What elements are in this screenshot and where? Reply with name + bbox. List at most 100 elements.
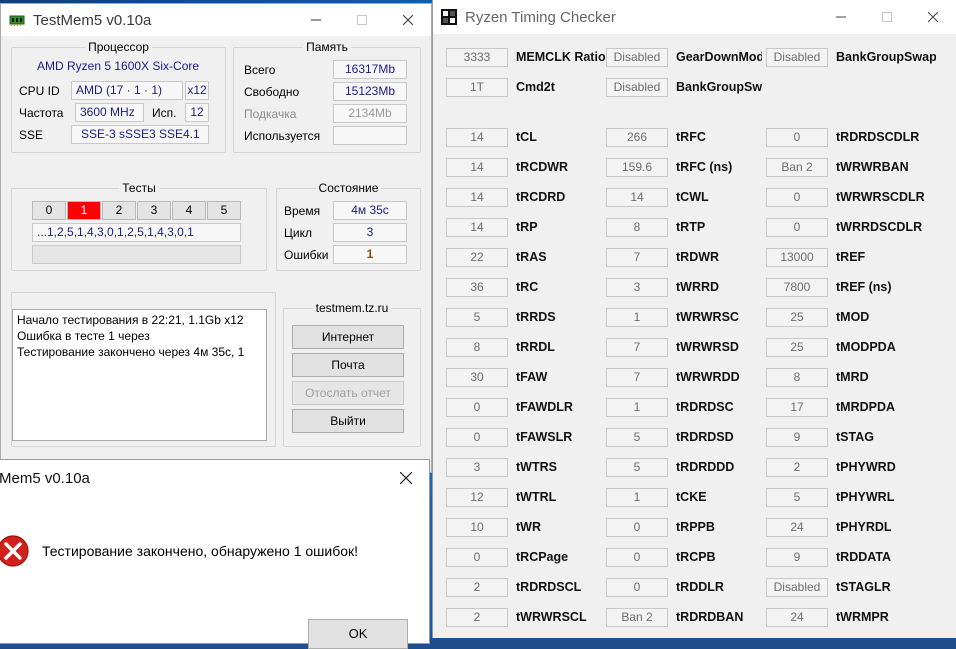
send-report-button[interactable]: Отослать отчет xyxy=(292,381,404,405)
progress-bar xyxy=(32,245,241,264)
timing-value-trcdrd: 14 xyxy=(446,188,508,207)
timing-label-trc: tRC xyxy=(516,280,539,294)
timing-label-twrwrban: tWRWRBAN xyxy=(836,160,909,174)
timing-label-trcpb: tRCPB xyxy=(676,550,716,564)
rtc-minimize-button[interactable] xyxy=(818,1,864,33)
testmem-titlebar[interactable]: TestMem5 v0.10a xyxy=(1,4,431,36)
timing-value-trddata: 9 xyxy=(766,548,828,567)
rtc-maximize-button[interactable] xyxy=(864,1,910,33)
timing-label-tphyrdl: tPHYRDL xyxy=(836,520,892,534)
timing-label-trrds: tRRDS xyxy=(516,310,556,324)
log-line: Ошибка в тесте 1 через xyxy=(17,329,150,343)
exit-button[interactable]: Выйти xyxy=(292,409,404,433)
timing-value-tfawdlr: 0 xyxy=(446,398,508,417)
test-cell-4: 4 xyxy=(172,201,206,220)
timing-value-tmrd: 8 xyxy=(766,368,828,387)
timing-value-tfaw: 30 xyxy=(446,368,508,387)
timing-label-tfawslr: tFAWSLR xyxy=(516,430,573,444)
errors-value: 1 xyxy=(333,245,407,264)
timing-value-tstag: 9 xyxy=(766,428,828,447)
frequency-value: 3600 MHz xyxy=(75,103,144,122)
timing-value-trp: 14 xyxy=(446,218,508,237)
total-memory-value: 16317Mb xyxy=(333,60,407,79)
timing-label-trdrddd: tRDRDDD xyxy=(676,460,735,474)
rtc-titlebar[interactable]: Ryzen Timing Checker xyxy=(433,0,956,34)
timing-value-cmd2t: 1T xyxy=(446,78,508,97)
errors-label: Ошибки xyxy=(284,248,329,262)
timing-label-tfawdlr: tFAWDLR xyxy=(516,400,573,414)
timing-label-twtrs: tWTRS xyxy=(516,460,557,474)
timing-label-trp: tRP xyxy=(516,220,538,234)
timing-label-tras: tRAS xyxy=(516,250,547,264)
timing-value-trtp: 8 xyxy=(606,218,668,237)
timing-value-tcke: 1 xyxy=(606,488,668,507)
log-output[interactable]: Начало тестирования в 22:21, 1.1Gb x12 О… xyxy=(12,309,267,441)
log-line: Тестирование закончено через 4м 35с, 1 xyxy=(17,345,245,359)
timing-value-bankgroupswap: Disabled xyxy=(766,48,828,67)
cpu-group-title: Процессор xyxy=(85,40,152,54)
minimize-button[interactable] xyxy=(293,4,339,36)
tests-group-title: Тесты xyxy=(119,181,159,195)
cycle-value: 3 xyxy=(333,223,407,242)
timing-label-twrwrscl: tWRWRSCL xyxy=(516,610,587,624)
maximize-button[interactable] xyxy=(339,4,385,36)
timing-label-twrwrsd: tWRWRSD xyxy=(676,340,739,354)
timing-value-twrwrdd: 7 xyxy=(606,368,668,387)
timing-label-cmd2t: Cmd2t xyxy=(516,80,555,94)
timing-value-tfawslr: 0 xyxy=(446,428,508,447)
timing-label-tcl: tCL xyxy=(516,130,537,144)
used-memory-value xyxy=(333,126,407,145)
close-button[interactable] xyxy=(385,4,431,36)
window-title: TestMem5 v0.10a xyxy=(33,11,152,29)
timing-label-tmod: tMOD xyxy=(836,310,870,324)
timing-label-trdrdban: tRDRDBAN xyxy=(676,610,744,624)
timing-label-twtrl: tWTRL xyxy=(516,490,557,504)
use-value: 12 xyxy=(185,103,209,122)
timing-label-trdrdscdlr: tRDRDSCDLR xyxy=(836,130,920,144)
timing-label-twrrd: tWRRD xyxy=(676,280,720,294)
timing-value-memclk-ratio: 3333 xyxy=(446,48,508,67)
timing-value-trfc: 266 xyxy=(606,128,668,147)
maximize-icon xyxy=(882,12,892,22)
timing-label-trcpage: tRCPage xyxy=(516,550,569,564)
timing-label-twrwrscdlr: tWRWRSCDLR xyxy=(836,190,925,204)
timing-label-tphywrd: tPHYWRD xyxy=(836,460,896,474)
dialog-close-button[interactable] xyxy=(383,460,429,496)
timing-value-tcl: 14 xyxy=(446,128,508,147)
timing-value-trfc-ns: 159.6 xyxy=(606,158,668,177)
timing-value-tphywrd: 2 xyxy=(766,458,828,477)
timing-label-trddlr: tRDDLR xyxy=(676,580,724,594)
internet-button[interactable]: Интернет xyxy=(292,325,404,349)
timing-value-twr: 10 xyxy=(446,518,508,537)
timing-value-geardownmode: Disabled xyxy=(606,48,668,67)
timing-label-tref-ns: tREF (ns) xyxy=(836,280,892,294)
close-icon xyxy=(400,472,412,484)
timing-value-trdrdscdlr: 0 xyxy=(766,128,828,147)
timing-label-tcwl: tCWL xyxy=(676,190,709,204)
timing-label-bankgroupswapalt: BankGroupSwapAlt xyxy=(676,80,762,94)
timing-value-tmrdpda: 17 xyxy=(766,398,828,417)
timing-label-twr: tWR xyxy=(516,520,541,534)
timing-label-twrwrdd: tWRWRDD xyxy=(676,370,740,384)
timing-value-tcwl: 14 xyxy=(606,188,668,207)
test-cell-2: 2 xyxy=(102,201,136,220)
ok-button[interactable]: OK xyxy=(308,619,408,649)
grid-app-icon xyxy=(441,9,457,25)
dialog-titlebar[interactable]: Mem5 v0.10a xyxy=(0,460,429,496)
minimize-icon xyxy=(836,16,846,18)
error-icon xyxy=(0,535,29,567)
timing-label-tphywrl: tPHYWRL xyxy=(836,490,895,504)
timing-value-tref: 13000 xyxy=(766,248,828,267)
timing-value-trcdwr: 14 xyxy=(446,158,508,177)
cpu-name: AMD Ryzen 5 1600X Six-Core xyxy=(37,59,200,73)
test-cell-1-active: 1 xyxy=(67,201,101,220)
timing-value-trc: 36 xyxy=(446,278,508,297)
timing-value-trddlr: 0 xyxy=(606,578,668,597)
time-value: 4м 35с xyxy=(333,201,407,220)
mail-button[interactable]: Почта xyxy=(292,353,404,377)
rtc-close-button[interactable] xyxy=(910,1,956,33)
site-group-title: testmem.tz.ru xyxy=(312,301,392,315)
timing-value-trdrdsd: 5 xyxy=(606,428,668,447)
timing-label-memclk-ratio: MEMCLK Ratio xyxy=(516,50,606,64)
timing-value-tphyrdl: 24 xyxy=(766,518,828,537)
